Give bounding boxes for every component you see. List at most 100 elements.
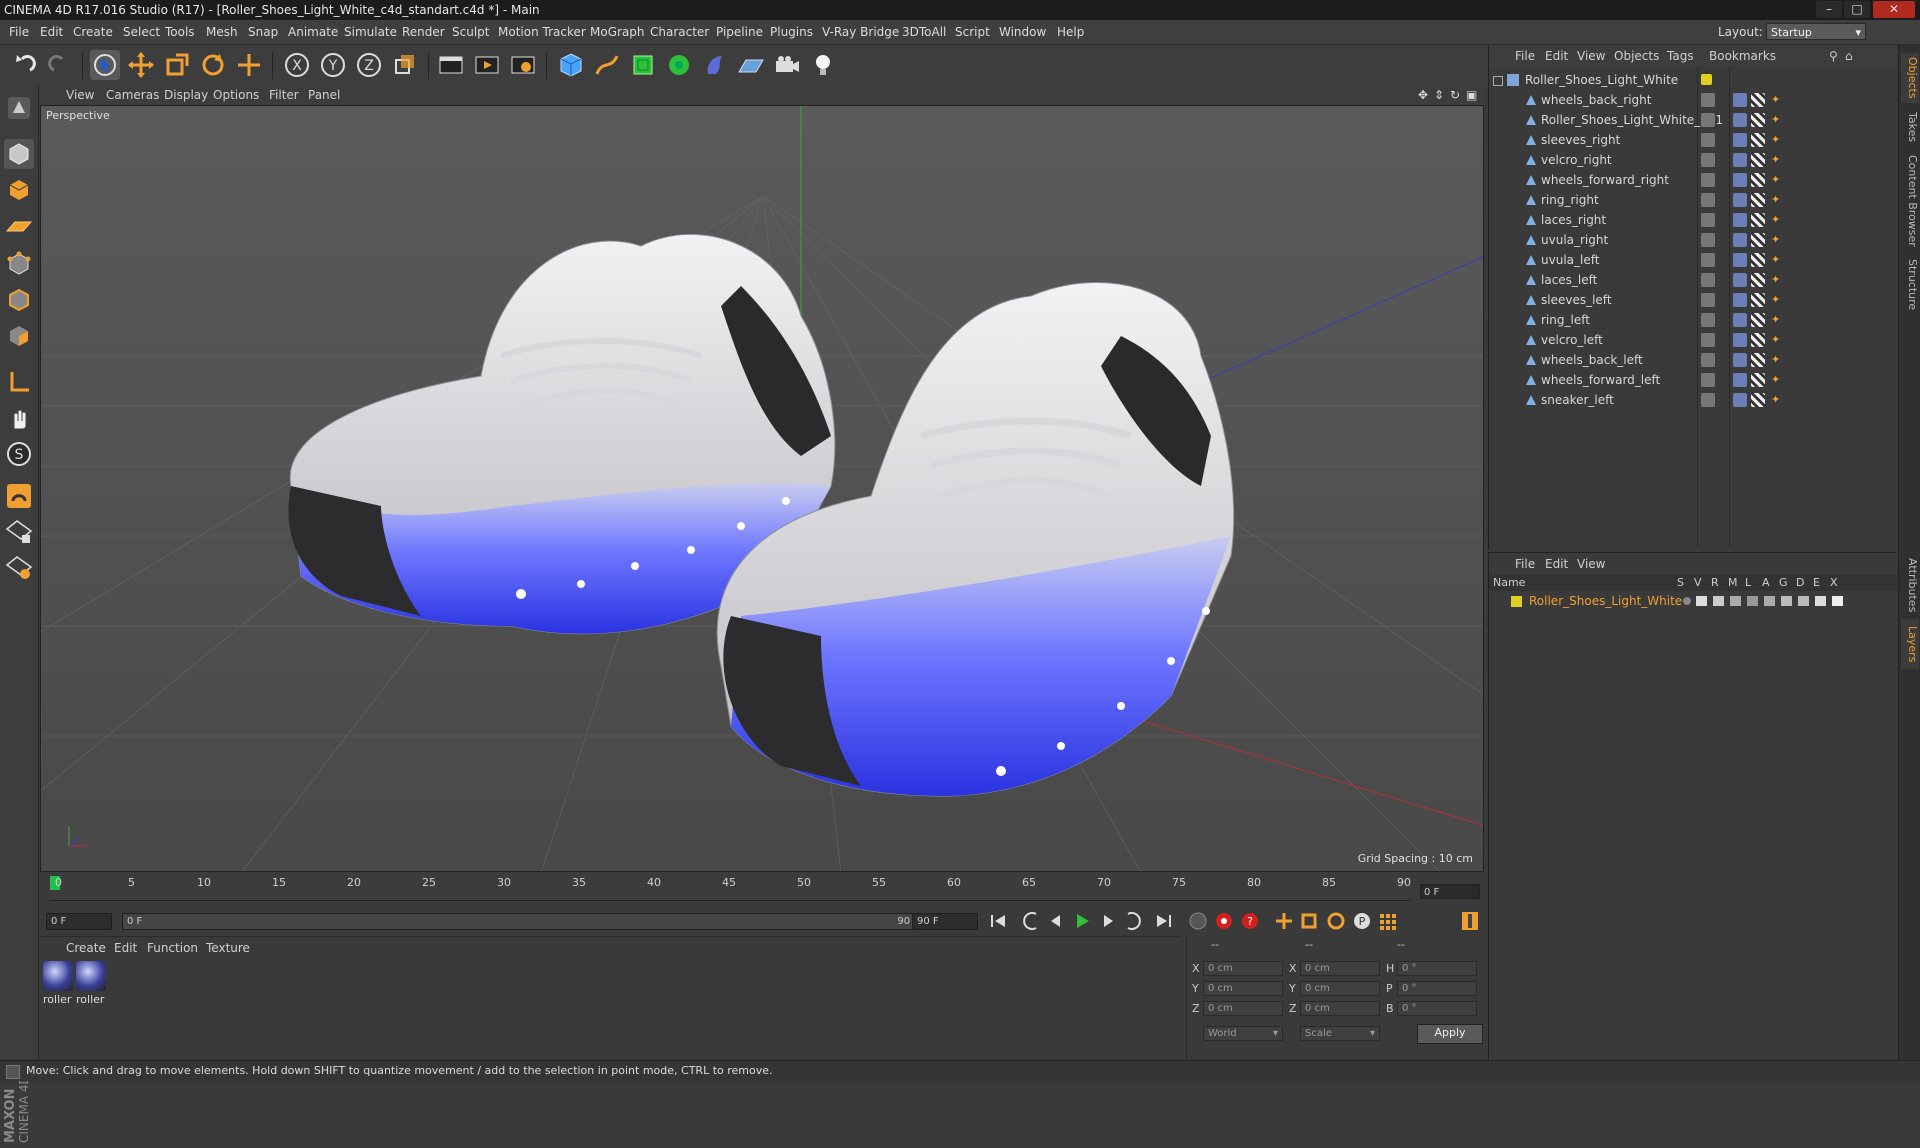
cloner-button[interactable] xyxy=(664,50,694,80)
undo-button[interactable] xyxy=(10,50,40,80)
layer-deformer-icon[interactable] xyxy=(1798,596,1809,606)
texture-tag-icon[interactable] xyxy=(1733,153,1747,167)
object-row[interactable]: wheels_forward_right ✦ xyxy=(1489,171,1897,190)
axis-mode-button[interactable] xyxy=(4,367,34,397)
maximize-button[interactable]: □ xyxy=(1844,1,1870,18)
viewport-menu-filter[interactable]: Filter xyxy=(269,85,299,105)
texture-tag-icon[interactable] xyxy=(1733,213,1747,227)
snap-button[interactable]: S xyxy=(4,439,34,469)
edges-mode-button[interactable] xyxy=(4,285,34,315)
selection-tag-icon[interactable]: ✦ xyxy=(1771,373,1785,387)
object-row[interactable]: laces_left ✦ xyxy=(1489,271,1897,290)
material-tag-icon[interactable] xyxy=(1751,213,1765,227)
next-frame-button[interactable] xyxy=(1096,910,1120,932)
rotation-p-field[interactable]: 0 ° xyxy=(1397,981,1477,996)
points-mode-button[interactable] xyxy=(4,249,34,279)
tab-attributes[interactable]: Attributes xyxy=(1901,555,1919,615)
size-y-field[interactable]: 0 cm xyxy=(1300,981,1380,996)
menu-window[interactable]: Window xyxy=(999,20,1046,44)
close-button[interactable]: ✕ xyxy=(1873,1,1915,18)
texture-tag-icon[interactable] xyxy=(1733,93,1747,107)
texture-tag-icon[interactable] xyxy=(1733,273,1747,287)
selection-tag-icon[interactable]: ✦ xyxy=(1771,253,1785,267)
menu-vray-bridge[interactable]: V-Ray Bridge xyxy=(822,20,899,44)
viewport-menu-view[interactable]: View xyxy=(66,85,94,105)
edit-visibility-icon[interactable] xyxy=(1701,253,1715,267)
render-settings-button[interactable] xyxy=(508,50,538,80)
make-editable-button[interactable] xyxy=(4,93,34,123)
rotation-h-field[interactable]: 0 ° xyxy=(1397,961,1477,976)
texture-tag-icon[interactable] xyxy=(1733,353,1747,367)
layer-menu-view[interactable]: View xyxy=(1577,553,1605,575)
coordinate-system-select[interactable]: World ▾ xyxy=(1203,1026,1283,1041)
material-tag-icon[interactable] xyxy=(1751,313,1765,327)
material-swatch[interactable] xyxy=(76,961,106,991)
y-axis-lock-button[interactable]: Y xyxy=(318,50,348,80)
selection-tag-icon[interactable]: ✦ xyxy=(1771,153,1785,167)
polygons-mode-button[interactable] xyxy=(4,321,34,351)
object-row[interactable]: Roller_Shoes_Light_White_001 ✦ xyxy=(1489,111,1897,130)
menu-pipeline[interactable]: Pipeline xyxy=(716,20,763,44)
material-tag-icon[interactable] xyxy=(1751,93,1765,107)
edit-visibility-icon[interactable] xyxy=(1701,273,1715,287)
key-position-button[interactable] xyxy=(1272,910,1296,932)
material-tag-icon[interactable] xyxy=(1751,293,1765,307)
end-frame-field[interactable]: 90 F xyxy=(912,913,978,930)
edit-visibility-icon[interactable] xyxy=(1701,353,1715,367)
record-active-objects-button[interactable] xyxy=(1212,910,1236,932)
scale-tool-button[interactable] xyxy=(162,50,192,80)
workplane-lock-button[interactable] xyxy=(4,517,34,547)
next-key-button[interactable] xyxy=(1122,910,1146,932)
selection-tag-icon[interactable]: ✦ xyxy=(1771,173,1785,187)
object-row[interactable]: sleeves_right ✦ xyxy=(1489,131,1897,150)
menu-mesh[interactable]: Mesh xyxy=(206,20,238,44)
minimize-button[interactable]: – xyxy=(1816,1,1842,18)
selection-tag-icon[interactable]: ✦ xyxy=(1771,193,1785,207)
menu-create[interactable]: Create xyxy=(73,20,113,44)
material-menu-create[interactable]: Create xyxy=(66,941,106,955)
deformer-button[interactable] xyxy=(700,50,730,80)
material-tag-icon[interactable] xyxy=(1751,193,1765,207)
frame-range-slider[interactable]: 0 F 90 F xyxy=(122,913,938,930)
layer-tag-icon[interactable] xyxy=(1701,74,1712,85)
collapse-toggle-icon[interactable] xyxy=(1493,76,1503,86)
material-swatch[interactable] xyxy=(43,961,73,991)
edit-visibility-icon[interactable] xyxy=(1701,233,1715,247)
position-x-field[interactable]: 0 cm xyxy=(1203,961,1283,976)
menu-script[interactable]: Script xyxy=(955,20,990,44)
x-axis-lock-button[interactable]: X xyxy=(282,50,312,80)
material-tag-icon[interactable] xyxy=(1751,173,1765,187)
object-menu-tags[interactable]: Tags xyxy=(1667,45,1694,67)
edit-visibility-icon[interactable] xyxy=(1701,373,1715,387)
material-tag-icon[interactable] xyxy=(1751,373,1765,387)
coordinate-system-button[interactable] xyxy=(390,50,420,80)
key-rotation-button[interactable] xyxy=(1324,910,1348,932)
material-tag-icon[interactable] xyxy=(1751,233,1765,247)
apply-button[interactable]: Apply xyxy=(1417,1024,1483,1044)
texture-tag-icon[interactable] xyxy=(1733,293,1747,307)
camera-object-button[interactable] xyxy=(772,50,802,80)
previous-key-button[interactable] xyxy=(1018,910,1042,932)
light-object-button[interactable] xyxy=(808,50,838,80)
object-row[interactable]: ring_right ✦ xyxy=(1489,191,1897,210)
floor-object-button[interactable] xyxy=(736,50,766,80)
layer-generator-icon[interactable] xyxy=(1781,596,1792,606)
layer-menu-file[interactable]: File xyxy=(1515,553,1535,575)
size-x-field[interactable]: 0 cm xyxy=(1300,961,1380,976)
menu-mograph[interactable]: MoGraph xyxy=(590,20,645,44)
material-tag-icon[interactable] xyxy=(1751,253,1765,267)
viewport-zoom-icon[interactable]: ⇕ xyxy=(1434,85,1444,105)
viewport-menu-panel[interactable]: Panel xyxy=(308,85,340,105)
tab-objects[interactable]: Objects xyxy=(1901,53,1919,103)
layer-lock-icon[interactable] xyxy=(1747,596,1758,606)
model-mode-button[interactable] xyxy=(4,139,34,169)
texture-tag-icon[interactable] xyxy=(1733,253,1747,267)
current-frame-field[interactable]: 0 F xyxy=(1420,884,1480,899)
viewport-menu-options[interactable]: Options xyxy=(213,85,259,105)
material-tag-icon[interactable] xyxy=(1751,113,1765,127)
tab-layers[interactable]: Layers xyxy=(1901,619,1919,669)
menu-render[interactable]: Render xyxy=(402,20,445,44)
move-tool-button[interactable] xyxy=(126,50,156,80)
material-menu-edit[interactable]: Edit xyxy=(114,941,137,955)
go-to-start-button[interactable] xyxy=(986,910,1010,932)
